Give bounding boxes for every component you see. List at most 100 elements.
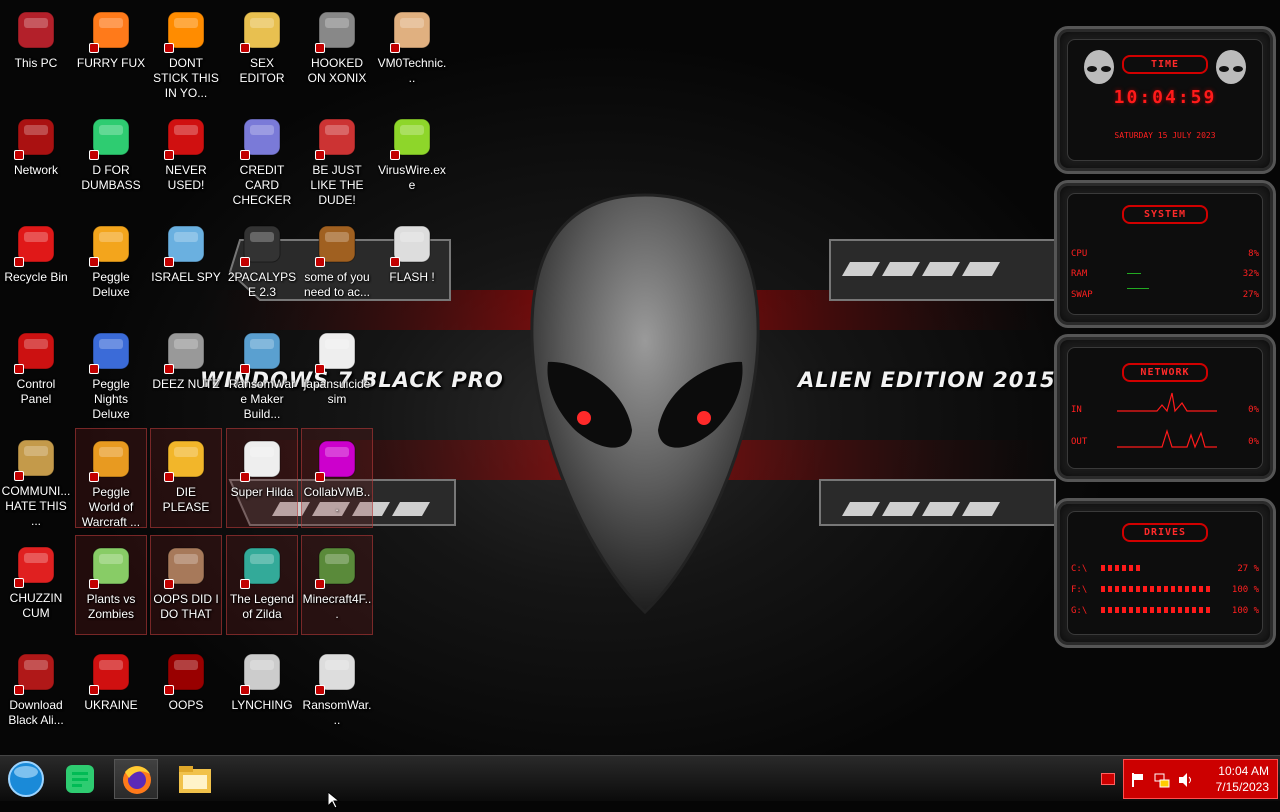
- desktop-icon-label: CREDIT CARD CHECKER: [232, 163, 292, 207]
- desktop-icon[interactable]: ISRAEL SPY: [150, 214, 222, 314]
- desktop-icon[interactable]: Peggle World of Warcraft ...: [75, 428, 147, 529]
- desktop-icon[interactable]: DIE PLEASE: [150, 428, 222, 528]
- stacked-windows-icon: [162, 327, 210, 375]
- desktop-icon[interactable]: CollabVMB...: [301, 428, 373, 528]
- desktop-icon-label: Control Panel: [16, 377, 56, 406]
- desktop-icon[interactable]: VirusWire.exe: [376, 107, 448, 207]
- desktop-icon[interactable]: FURRY FUX: [75, 0, 147, 100]
- desktop-icon[interactable]: Super Hilda: [226, 428, 298, 528]
- peggle-icon: [87, 220, 135, 268]
- desktop-icon-label: FURRY FUX: [76, 56, 146, 70]
- desktop-icon[interactable]: NEVER USED!: [150, 107, 222, 207]
- desktop-icon-label: Recycle Bin: [4, 270, 68, 284]
- desktop-icon[interactable]: HOOKED ON XONIX: [301, 0, 373, 100]
- desktop-icon[interactable]: VM0Technic...: [376, 0, 448, 100]
- desktop-icon-label: OOPS: [168, 698, 204, 712]
- desktop-icon-label: NEVER USED!: [165, 163, 207, 192]
- taskbar-file-explorer[interactable]: [173, 759, 217, 799]
- desktop-icon[interactable]: D FOR DUMBASS: [75, 107, 147, 207]
- desktop-icon[interactable]: COMMUNI... HATE THIS ...: [0, 428, 72, 528]
- desktop-icon[interactable]: japansuicide sim: [301, 321, 373, 421]
- desktop-icon[interactable]: CREDIT CARD CHECKER: [226, 107, 298, 207]
- desktop-icon-label: COMMUNI... HATE THIS ...: [1, 484, 71, 528]
- desktop-icon[interactable]: OOPS: [150, 642, 222, 742]
- desktop-icon[interactable]: Download Black Ali...: [0, 642, 72, 742]
- desktop-icon[interactable]: UKRAINE: [75, 642, 147, 742]
- time-gadget[interactable]: TIME 10:04:59 SATURDAY 15 JULY 2023: [1054, 26, 1276, 174]
- desktop-icon[interactable]: This PC: [0, 0, 72, 100]
- alien-orb-icon: [12, 648, 60, 696]
- taskbar-time: 10:04 AM: [1218, 764, 1269, 778]
- desktop-icon[interactable]: DEEZ NUTZ: [150, 321, 222, 421]
- desktop-icon-label: SEX EDITOR: [239, 56, 285, 85]
- desktop-icon[interactable]: Plants vs Zombies: [75, 535, 147, 635]
- desktop-icon-label: RansomWar...: [302, 698, 372, 727]
- credit-card-icon: [238, 113, 286, 161]
- desktop-icon[interactable]: BE JUST LIKE THE DUDE!: [301, 107, 373, 207]
- grass-block-icon: [313, 542, 361, 590]
- money-bag-icon: [12, 434, 60, 482]
- doctor-icon: [388, 6, 436, 54]
- desktop-icon[interactable]: 2PACALYPSE 2.3: [226, 214, 298, 314]
- terminal-icon: [238, 220, 286, 268]
- desktop-icon[interactable]: FLASH !: [376, 214, 448, 314]
- drives-gadget-title: DRIVES: [1122, 523, 1208, 542]
- firefox-icon: [87, 6, 135, 54]
- desktop-icon-label: D FOR DUMBASS: [81, 163, 141, 192]
- ram-row: RAM 32%: [1071, 269, 1259, 279]
- control-panel-icon: [12, 327, 60, 375]
- red-square-icon: [162, 648, 210, 696]
- network-gadget[interactable]: NETWORK IN 0% OUT 0%: [1054, 334, 1276, 482]
- desktop-icon[interactable]: Peggle Nights Deluxe: [75, 321, 147, 421]
- drive-g-row: G:\ 100 %: [1071, 606, 1259, 616]
- swap-row: SWAP 27%: [1071, 288, 1259, 300]
- devcpp-icon: [162, 113, 210, 161]
- desktop-icon[interactable]: Minecraft4F...: [301, 535, 373, 635]
- taskbar-firefox[interactable]: [114, 759, 158, 799]
- start-button[interactable]: [4, 759, 48, 799]
- flag-icon[interactable]: [1130, 772, 1144, 788]
- desktop-icon-label: VirusWire.exe: [378, 163, 446, 192]
- wallpaper-right-text: ALIEN EDITION 2015: [798, 368, 1056, 392]
- desktop-icon[interactable]: The Legend of Zilda: [226, 535, 298, 635]
- desktop-icon[interactable]: Network: [0, 107, 72, 207]
- volume-icon[interactable]: [1178, 772, 1194, 788]
- desktop-icon[interactable]: Recycle Bin: [0, 214, 72, 314]
- flower-icon: [87, 542, 135, 590]
- desktop-icon[interactable]: RansomWar...: [301, 642, 373, 742]
- network-status-icon[interactable]: [1154, 772, 1170, 788]
- spy-network-icon: [162, 220, 210, 268]
- system-tray: 10:04 AM 7/15/2023: [1123, 759, 1278, 799]
- desktop-icon-label: This PC: [14, 56, 58, 70]
- pixel-cat-icon: [238, 435, 286, 483]
- desktop-icon[interactable]: OOPS DID I DO THAT: [150, 535, 222, 635]
- desktop-icon[interactable]: RansomWare Maker Build...: [226, 321, 298, 421]
- drives-gadget[interactable]: DRIVES C:\ 27 % F:\ 100 % G:\ 100 %: [1054, 498, 1276, 648]
- desktop-icon[interactable]: DONT STICK THIS IN YO...: [150, 0, 222, 100]
- desktop-icon-label: 2PACALYPSE 2.3: [227, 270, 297, 299]
- portrait-icon: [162, 542, 210, 590]
- desktop-icon[interactable]: SEX EDITOR: [226, 0, 298, 100]
- desktop-icon-label: DEEZ NUTZ: [152, 377, 220, 391]
- drive-f-row: F:\ 100 %: [1071, 585, 1259, 595]
- radiation-icon: [87, 648, 135, 696]
- desktop-icon[interactable]: Peggle Deluxe: [75, 214, 147, 314]
- system-gadget-title: SYSTEM: [1122, 205, 1208, 224]
- desktop-icon[interactable]: Control Panel: [0, 321, 72, 421]
- monitor-icon: [12, 6, 60, 54]
- desktop-icon-label: OOPS DID I DO THAT: [153, 592, 219, 621]
- desktop-icon-label: some of you need to ac...: [303, 270, 371, 299]
- desktop-icon[interactable]: CHUZZIN CUM: [0, 535, 72, 635]
- pixel-hero-icon: [238, 542, 286, 590]
- desktop-icon-label: LYNCHING: [231, 698, 293, 712]
- taskbar-chat-app[interactable]: [58, 759, 102, 799]
- taskbar-clock[interactable]: 10:04 AM 7/15/2023: [1216, 763, 1269, 795]
- desktop-icon[interactable]: LYNCHING: [226, 642, 298, 742]
- taskbar-date: 7/15/2023: [1215, 780, 1269, 794]
- desktop-icon-label: The Legend of Zilda: [229, 592, 295, 621]
- system-gadget[interactable]: SYSTEM CPU 8% RAM 32% SWAP 27%: [1054, 180, 1276, 328]
- desktop-icon-label: Network: [13, 163, 58, 177]
- desktop-icon[interactable]: some of you need to ac...: [301, 214, 373, 314]
- show-hidden-icons-button[interactable]: [1101, 773, 1115, 785]
- desktop-icon-label: HOOKED ON XONIX: [307, 56, 367, 85]
